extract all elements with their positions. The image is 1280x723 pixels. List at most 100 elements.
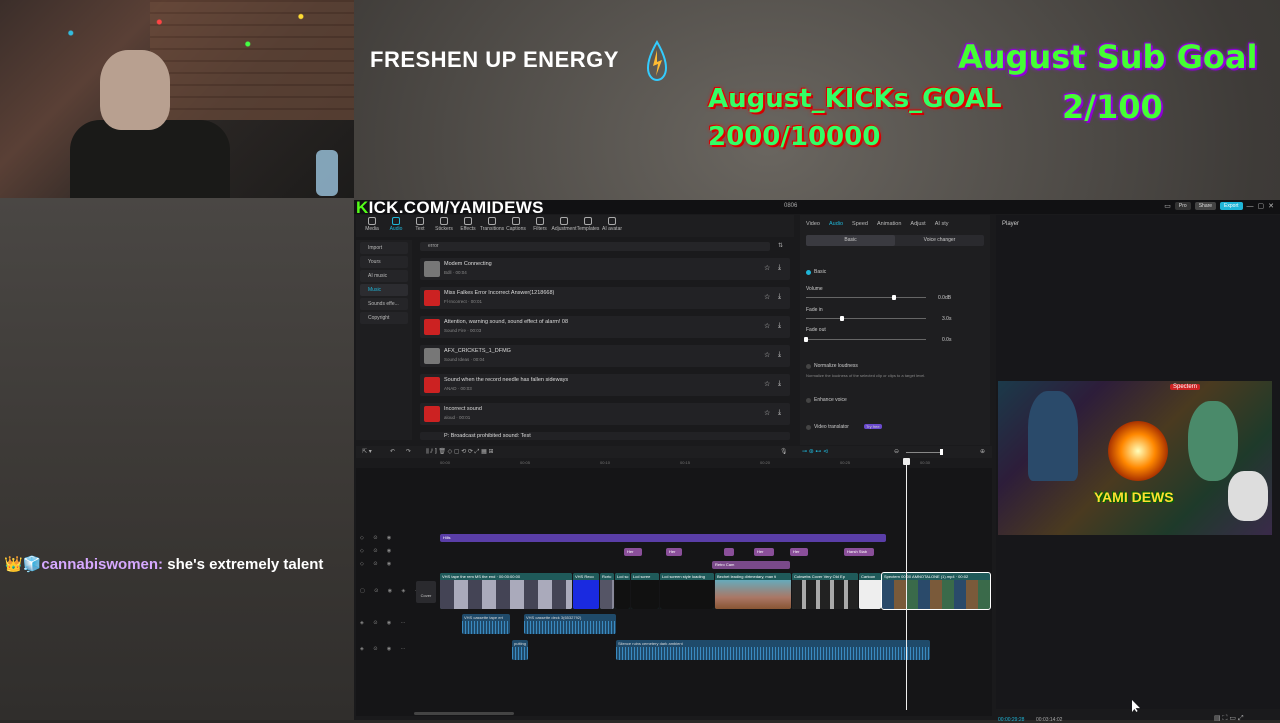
tool-adjustment[interactable]: Adjustment: [552, 217, 577, 235]
try-free-badge[interactable]: Try free: [864, 424, 882, 429]
volume-knob[interactable]: [892, 295, 896, 300]
normalize-checkbox[interactable]: [806, 364, 811, 369]
tab-video[interactable]: Video: [806, 221, 820, 227]
text-clip[interactable]: Hills: [440, 534, 886, 542]
video-clip[interactable]: VHS Reco: [573, 573, 599, 609]
download-icon[interactable]: ⤓: [778, 322, 781, 330]
tool-captions[interactable]: Captions: [506, 217, 526, 235]
audio-clip[interactable]: VHS cassette tape ert: [462, 614, 510, 634]
download-icon[interactable]: ⤓: [778, 264, 781, 272]
favorite-icon[interactable]: ☆: [764, 293, 770, 301]
favorite-icon[interactable]: ☆: [764, 322, 770, 330]
tool-audio[interactable]: Audio: [386, 217, 406, 235]
minimize-icon[interactable]: —: [1247, 203, 1254, 210]
tool-templates[interactable]: Templates: [577, 217, 599, 235]
sidebar-item-sound-effects[interactable]: Sounds effe...: [360, 298, 408, 310]
sfx-clip[interactable]: Her: [790, 548, 808, 556]
audio-clip[interactable]: putting: [512, 640, 528, 660]
tab-speed[interactable]: Speed: [852, 221, 868, 227]
list-item[interactable]: AFX_CRICKETS_1_DFMG Sound Ideas · 00:04 ☆ ⤓: [420, 345, 790, 367]
favorite-icon[interactable]: ☆: [764, 351, 770, 359]
mic-icon[interactable]: 🎙: [780, 448, 788, 455]
tool-transitions[interactable]: Transitions: [480, 217, 504, 235]
download-icon[interactable]: ⤓: [778, 293, 781, 301]
sfx-clip[interactable]: Her: [754, 548, 774, 556]
sidebar-item-yours[interactable]: Yours: [360, 256, 408, 268]
list-item[interactable]: Modem Connecting Bdll · 00:04 ☆ ⤓: [420, 258, 790, 280]
fade-in-slider[interactable]: [806, 318, 926, 319]
close-icon[interactable]: ✕: [1268, 202, 1274, 210]
sidebar-item-copyright[interactable]: Copyright: [360, 312, 408, 324]
sound-search-input[interactable]: error: [420, 242, 770, 251]
basic-checkbox[interactable]: [806, 270, 811, 275]
video-clip[interactable]: Cobwebs Cover Very Old Ep: [792, 573, 858, 609]
sfx-clip[interactable]: Her: [624, 548, 642, 556]
fade-out-slider[interactable]: [806, 339, 926, 340]
tool-effects[interactable]: Effects: [458, 217, 478, 235]
list-item[interactable]: Attention, warning sound, sound effect o…: [420, 316, 790, 338]
sfx-clip[interactable]: Harsh Stab: [844, 548, 874, 556]
track-controls[interactable]: ◈ ⊙ ◉ ⋯: [360, 620, 410, 626]
download-icon[interactable]: ⤓: [778, 380, 781, 388]
playhead[interactable]: [906, 460, 907, 710]
list-item[interactable]: Sound when the record needle has fallen …: [420, 374, 790, 396]
list-item[interactable]: Incorrect sound aloud · 00:01 ☆ ⤓: [420, 403, 790, 425]
tool-media[interactable]: Media: [362, 217, 382, 235]
filter-icon[interactable]: ⇅: [778, 242, 783, 249]
list-item[interactable]: Miss Falkes Error Incorrect Answer(12186…: [420, 287, 790, 309]
video-preview[interactable]: Spectern YAMI DEWS: [998, 381, 1272, 535]
track-controls[interactable]: ▢ ⊙ ◉ ◈ ⋯: [360, 588, 424, 594]
cover-button[interactable]: Cover: [416, 581, 436, 603]
video-clip[interactable]: Rcrtc: [600, 573, 614, 609]
layout-icon[interactable]: ▭: [1164, 202, 1171, 210]
timeline-scrollbar[interactable]: [414, 712, 514, 715]
sidebar-item-import[interactable]: Import: [360, 242, 408, 254]
tab-animation[interactable]: Animation: [877, 221, 901, 227]
video-clip[interactable]: VHS tape the rem MS the end · 00:00:00:0…: [440, 573, 572, 609]
zoom-out-icon[interactable]: ⊖: [894, 448, 899, 455]
export-button[interactable]: Export: [1220, 202, 1243, 210]
tab-adjust[interactable]: Adjust: [910, 221, 925, 227]
pro-button[interactable]: Pro: [1174, 202, 1191, 210]
video-clip[interactable]: Spectern 00:00 AMNOTALONE (1).mp4 · 00:0…: [881, 572, 991, 610]
sidebar-item-ai-music[interactable]: AI music: [360, 270, 408, 282]
list-item[interactable]: P: Broadcast prohibited sound: Test: [420, 432, 790, 440]
split-icon[interactable]: ⫼ ⫽ ⫿ 🗑 ◇ ▢ ⟲ ⟳ ⤢ ▦ ⊞: [426, 448, 493, 456]
video-clip[interactable]: Lcd sc: [615, 573, 630, 609]
favorite-icon[interactable]: ☆: [764, 409, 770, 417]
video-clip[interactable]: Lcd scree: [631, 573, 659, 609]
audio-clip[interactable]: Silence ruins cemetery dark ambient: [616, 640, 930, 660]
subtab-basic[interactable]: Basic: [806, 235, 895, 246]
volume-slider[interactable]: [806, 297, 926, 298]
tool-ai-avatar[interactable]: AI avatar: [602, 217, 622, 235]
undo-icon[interactable]: ↶: [390, 448, 395, 455]
player-controls-icons[interactable]: ▤ ⛶ ▭ ⤢: [1214, 714, 1244, 723]
sidebar-item-music[interactable]: Music: [360, 284, 408, 296]
track-controls[interactable]: ◇ ⊙ ◉: [360, 561, 395, 567]
track-controls[interactable]: ◇ ⊙ ◉: [360, 548, 395, 554]
fade-out-knob[interactable]: [804, 337, 808, 342]
tab-audio[interactable]: Audio: [829, 221, 843, 227]
maximize-icon[interactable]: ▢: [1258, 202, 1265, 210]
tool-text[interactable]: Text: [410, 217, 430, 235]
track-controls[interactable]: ◇ ⊙ ◉: [360, 535, 395, 541]
audio-clip[interactable]: VHS cassette deck 3(6532792): [524, 614, 616, 634]
tool-stickers[interactable]: Stickers: [434, 217, 454, 235]
tool-filters[interactable]: Filters: [530, 217, 550, 235]
sfx-clip[interactable]: [724, 548, 734, 556]
download-icon[interactable]: ⤓: [778, 409, 781, 417]
subtab-voice-changer[interactable]: Voice changer: [895, 235, 984, 246]
redo-icon[interactable]: ↷: [406, 448, 411, 455]
video-translator-checkbox[interactable]: [806, 425, 811, 430]
favorite-icon[interactable]: ☆: [764, 380, 770, 388]
zoom-slider[interactable]: [906, 452, 942, 453]
tab-ai-style[interactable]: AI sty: [935, 221, 949, 227]
sticker-clip[interactable]: Retro Cam: [712, 561, 790, 569]
zoom-knob[interactable]: [940, 449, 943, 455]
fade-out-value[interactable]: 0.0s: [942, 337, 951, 343]
share-button[interactable]: Share: [1194, 202, 1217, 210]
download-icon[interactable]: ⤓: [778, 351, 781, 359]
video-clip[interactable]: Lcd screen style loading: [660, 573, 714, 609]
zoom-in-icon[interactable]: ⊕: [980, 448, 985, 455]
fade-in-value[interactable]: 3.0s: [942, 316, 951, 322]
